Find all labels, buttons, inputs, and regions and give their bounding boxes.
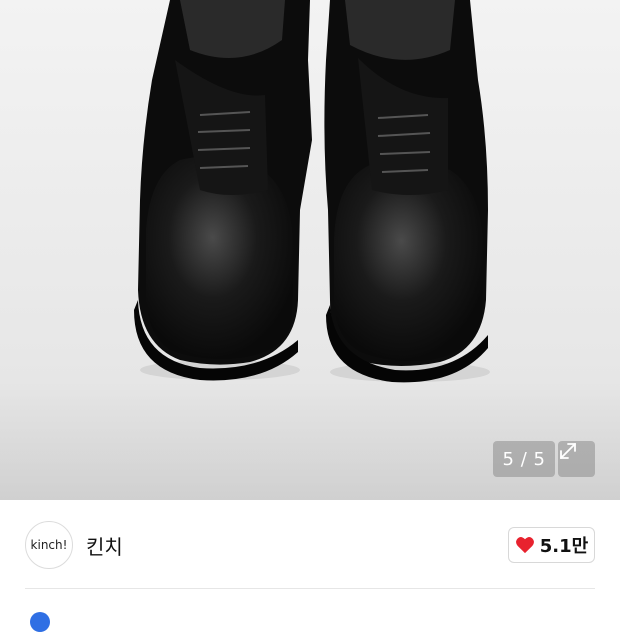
- shop-info-row: kinch! 킨치 5.1만: [0, 500, 620, 589]
- left-shoe: [134, 0, 312, 381]
- expand-icon: [560, 443, 576, 459]
- like-button[interactable]: 5.1만: [508, 527, 595, 563]
- divider: [25, 588, 595, 589]
- product-photo: [0, 0, 620, 500]
- image-counter: 5 / 5: [493, 441, 555, 477]
- right-shoe: [324, 0, 488, 383]
- info-icon: [30, 612, 50, 632]
- shop-avatar[interactable]: kinch!: [25, 521, 73, 569]
- shop-name[interactable]: 킨치: [86, 531, 123, 560]
- expand-button[interactable]: [558, 441, 595, 477]
- like-count: 5.1만: [539, 536, 589, 557]
- shop-logo-text: kinch!: [30, 538, 68, 552]
- heart-icon: [515, 537, 534, 554]
- product-image-gallery[interactable]: 5 / 5: [0, 0, 620, 500]
